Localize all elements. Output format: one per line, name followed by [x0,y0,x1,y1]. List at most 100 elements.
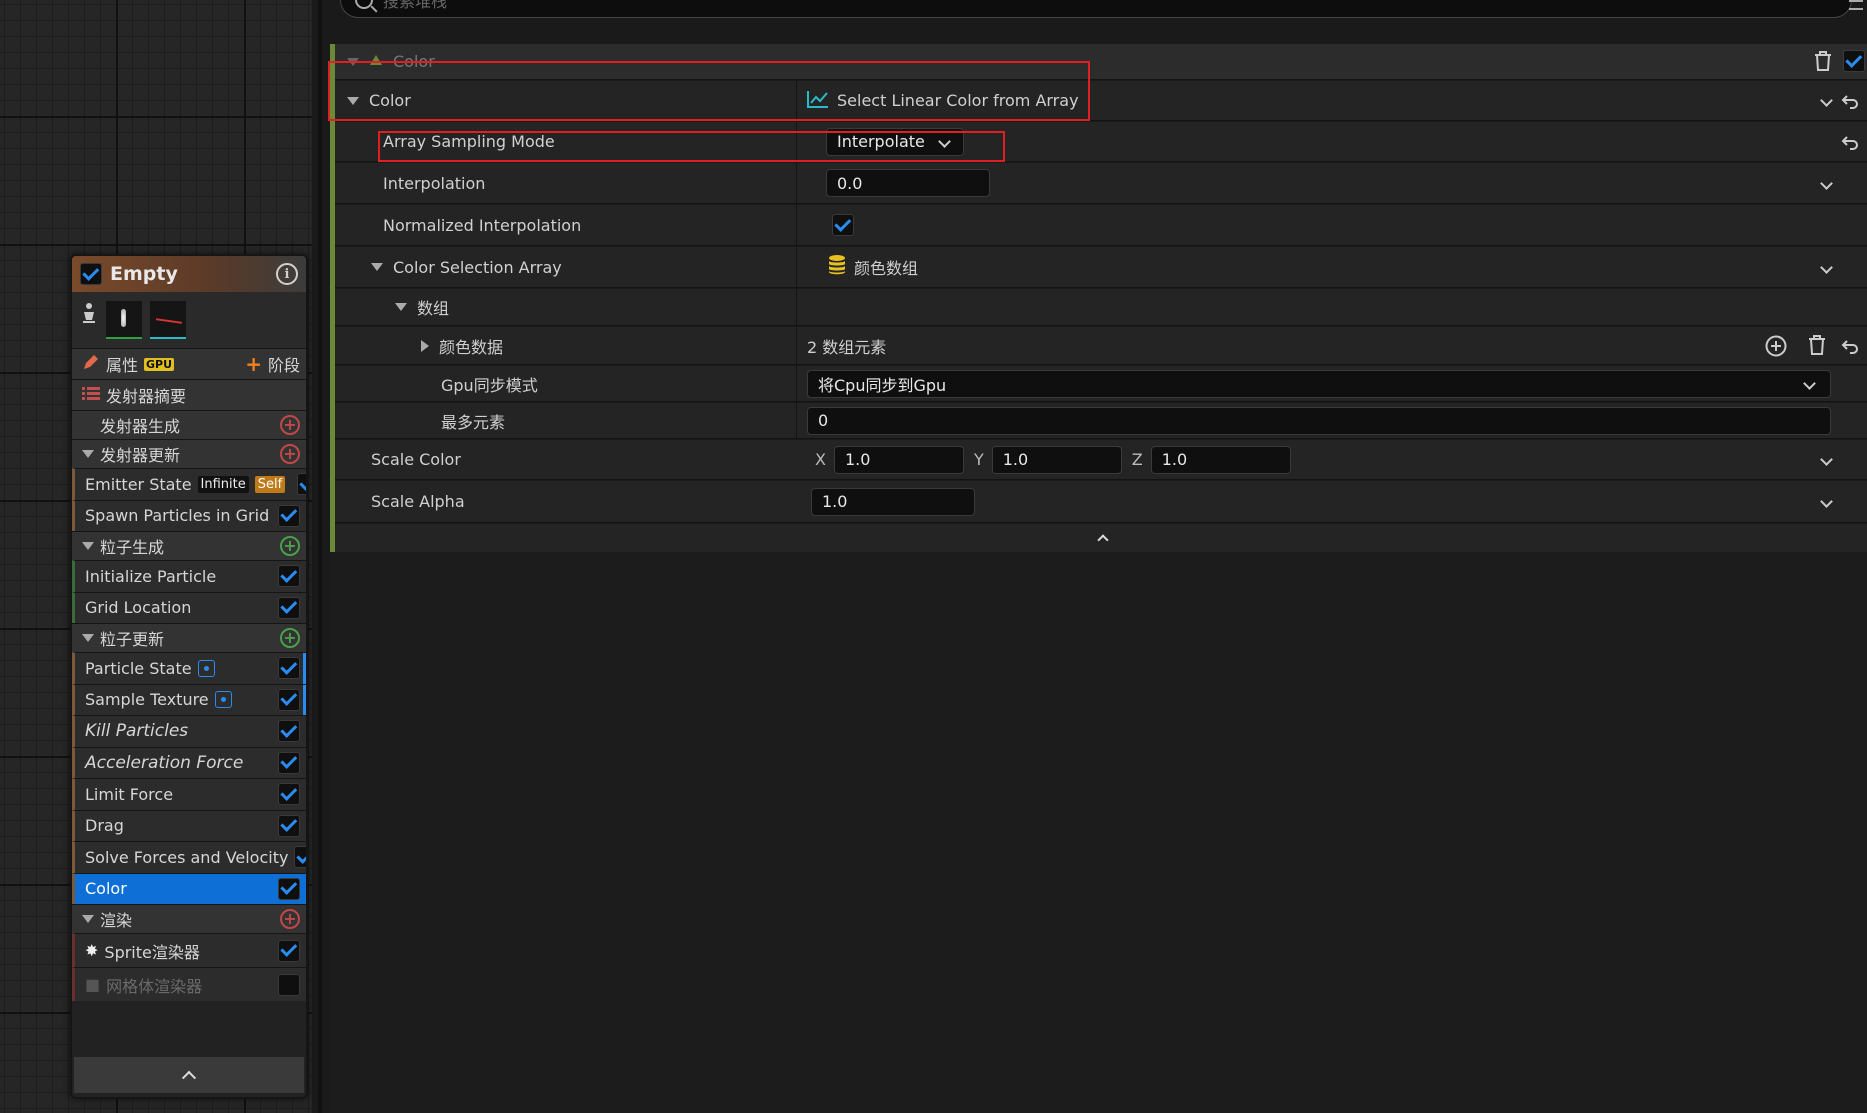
normalized-interpolation-row[interactable]: Normalized Interpolation [335,205,1867,246]
sprite-preview-thumbnail[interactable] [106,301,142,339]
expand-arrow-icon[interactable] [371,263,383,271]
interpolation-row[interactable]: Interpolation 0.0 [335,163,1867,204]
color-data-row[interactable]: 颜色数据 2 数组元素 [335,327,1867,365]
module-header-row[interactable]: Color [335,44,1867,80]
graph-canvas[interactable]: Empty i 属性 GPU + 阶段 发射器摘要 发射器生成 + 发射器更新 … [0,0,312,1113]
stack-item-drag[interactable]: Drag [72,809,306,841]
expand-arrow-icon[interactable] [395,303,407,311]
stack-item-row-18[interactable]: ■ 网格体渲染器 [72,967,306,1001]
collapse-arrow-icon[interactable] [82,450,94,458]
z-axis-label: Z [1131,450,1143,469]
scale-color-x-input[interactable]: 1.0 [833,445,964,474]
module-enabled-checkbox[interactable] [278,751,300,774]
scale-alpha-row[interactable]: Scale Alpha 1.0 [335,481,1867,523]
normalized-interpolation-checkbox[interactable] [832,214,854,236]
trash-icon[interactable] [1807,334,1827,356]
reset-icon[interactable] [1841,94,1859,109]
stack-properties-row[interactable]: 属性 GPU + 阶段 [72,348,306,379]
stack-item-grid-location[interactable]: Grid Location [72,591,306,623]
add-element-icon[interactable] [1765,335,1787,357]
stack-item-limit-force[interactable]: Limit Force [72,778,306,810]
collapse-advanced-button[interactable] [335,524,1867,552]
stack-section-row-4[interactable]: 粒子生成 + [72,531,306,560]
stack-item-color[interactable]: Color [72,872,306,904]
max-elements-input[interactable]: 0 [807,406,1831,435]
interpolation-input[interactable]: 0.0 [826,169,990,197]
module-enabled-checkbox[interactable] [297,473,306,496]
reset-icon[interactable] [1841,339,1859,354]
module-enabled-checkbox[interactable] [278,596,300,619]
add-module-icon[interactable]: + [280,536,300,556]
add-module-icon[interactable]: + [280,415,300,435]
module-enabled-checkbox[interactable] [278,814,300,837]
ribbon-preview-thumbnail[interactable] [150,301,186,339]
reset-icon[interactable] [1841,135,1859,150]
module-enabled-checkbox[interactable] [278,688,300,711]
info-icon[interactable]: i [276,263,298,285]
module-enabled-checkbox[interactable] [278,720,300,743]
emitter-summary-row[interactable]: 发射器摘要 [72,379,306,410]
stage-label[interactable]: 阶段 [268,352,300,376]
add-module-icon[interactable]: + [280,444,300,464]
stack-section-row-16[interactable]: 渲染 + [72,904,306,933]
stack-section-row-1[interactable]: 发射器更新 + [72,439,306,468]
chevron-down-icon[interactable] [1820,495,1833,508]
module-enabled-checkbox[interactable] [278,565,300,588]
collapse-arrow-icon[interactable] [347,57,359,66]
array-sampling-mode-row[interactable]: Array Sampling Mode Interpolate [335,122,1867,162]
chevron-down-icon[interactable] [1820,260,1833,274]
array-group-row[interactable]: 数组 [335,289,1867,326]
collapse-arrow-icon[interactable] [82,634,94,642]
collapse-arrow-icon[interactable] [82,542,94,550]
module-enabled-checkbox[interactable] [278,504,300,527]
expand-arrow-icon[interactable] [347,96,359,105]
chevron-down-icon[interactable] [1820,94,1833,107]
stack-item-initialize-particle[interactable]: Initialize Particle [72,560,306,592]
search-input[interactable]: 搜索堆栈 [383,0,447,12]
module-enabled-checkbox[interactable] [278,783,300,806]
chevron-down-icon[interactable] [1820,453,1833,466]
filter-icon[interactable] [1849,0,1863,10]
module-enabled-checkbox[interactable] [278,939,300,962]
add-module-icon[interactable]: + [280,628,300,648]
chevron-down-icon [938,135,951,148]
scale-color-z-input[interactable]: 1.0 [1150,445,1291,474]
scale-color-row[interactable]: Scale Color X 1.0 Y 1.0 Z 1.0 [335,440,1867,480]
collapse-arrow-icon[interactable] [82,915,94,923]
stack-item-sprite[interactable]: ✸ Sprite渲染器 [72,933,306,967]
scale-alpha-input[interactable]: 1.0 [811,487,975,516]
add-module-icon[interactable]: + [280,909,300,929]
module-enabled-checkbox[interactable] [278,657,300,680]
color-row[interactable]: Color Select Linear Color from Array [335,81,1867,121]
stack-item-kill-particles[interactable]: Kill Particles [72,715,306,747]
emitter-header[interactable]: Empty i [72,256,306,292]
add-stage-icon[interactable]: + [245,352,262,376]
stack-item-sample-texture[interactable]: Sample Texture [72,683,306,715]
stack-item-acceleration-force[interactable]: Acceleration Force [72,746,306,778]
module-enabled-checkbox[interactable] [1843,50,1865,72]
module-enabled-checkbox[interactable] [278,973,300,996]
stack-item-emitter-state[interactable]: Emitter State Infinite Self [72,468,306,500]
trash-icon[interactable] [1813,50,1833,72]
scale-color-y-input[interactable]: 1.0 [991,445,1122,474]
stack-section-row-7[interactable]: 粒子更新 + [72,623,306,652]
stack-row-label: Color [85,879,127,899]
gpu-sync-row[interactable]: Gpu同步模式 将Cpu同步到Gpu [335,366,1867,402]
chevron-down-icon[interactable] [1820,176,1833,190]
emitter-node[interactable]: Empty i 属性 GPU + 阶段 发射器摘要 发射器生成 + 发射器更新 … [70,254,308,1099]
stack-item-solve-forces-and-velocity[interactable]: Solve Forces and Velocity [72,841,306,873]
stack-item-particle-state[interactable]: Particle State [72,652,306,684]
emitter-enabled-checkbox[interactable] [80,263,102,285]
stack-item-spawn-particles-in-grid[interactable]: Spawn Particles in Grid [72,499,306,531]
module-enabled-checkbox[interactable] [294,846,306,869]
max-elements-row[interactable]: 最多元素 0 [335,403,1867,439]
stack-search-box[interactable]: 搜索堆栈 [340,0,1852,18]
color-selection-array-row[interactable]: Color Selection Array 颜色数组 [335,247,1867,288]
array-sampling-mode-dropdown[interactable]: Interpolate [826,127,964,156]
expand-arrow-icon[interactable] [421,339,429,352]
color-dynamic-input-value[interactable]: Select Linear Color from Array [837,91,1079,110]
module-enabled-checkbox[interactable] [278,877,300,900]
collapse-node-button[interactable] [74,1057,304,1093]
stack-section-row-0[interactable]: 发射器生成 + [72,410,306,439]
gpu-sync-dropdown[interactable]: 将Cpu同步到Gpu [807,369,1831,398]
